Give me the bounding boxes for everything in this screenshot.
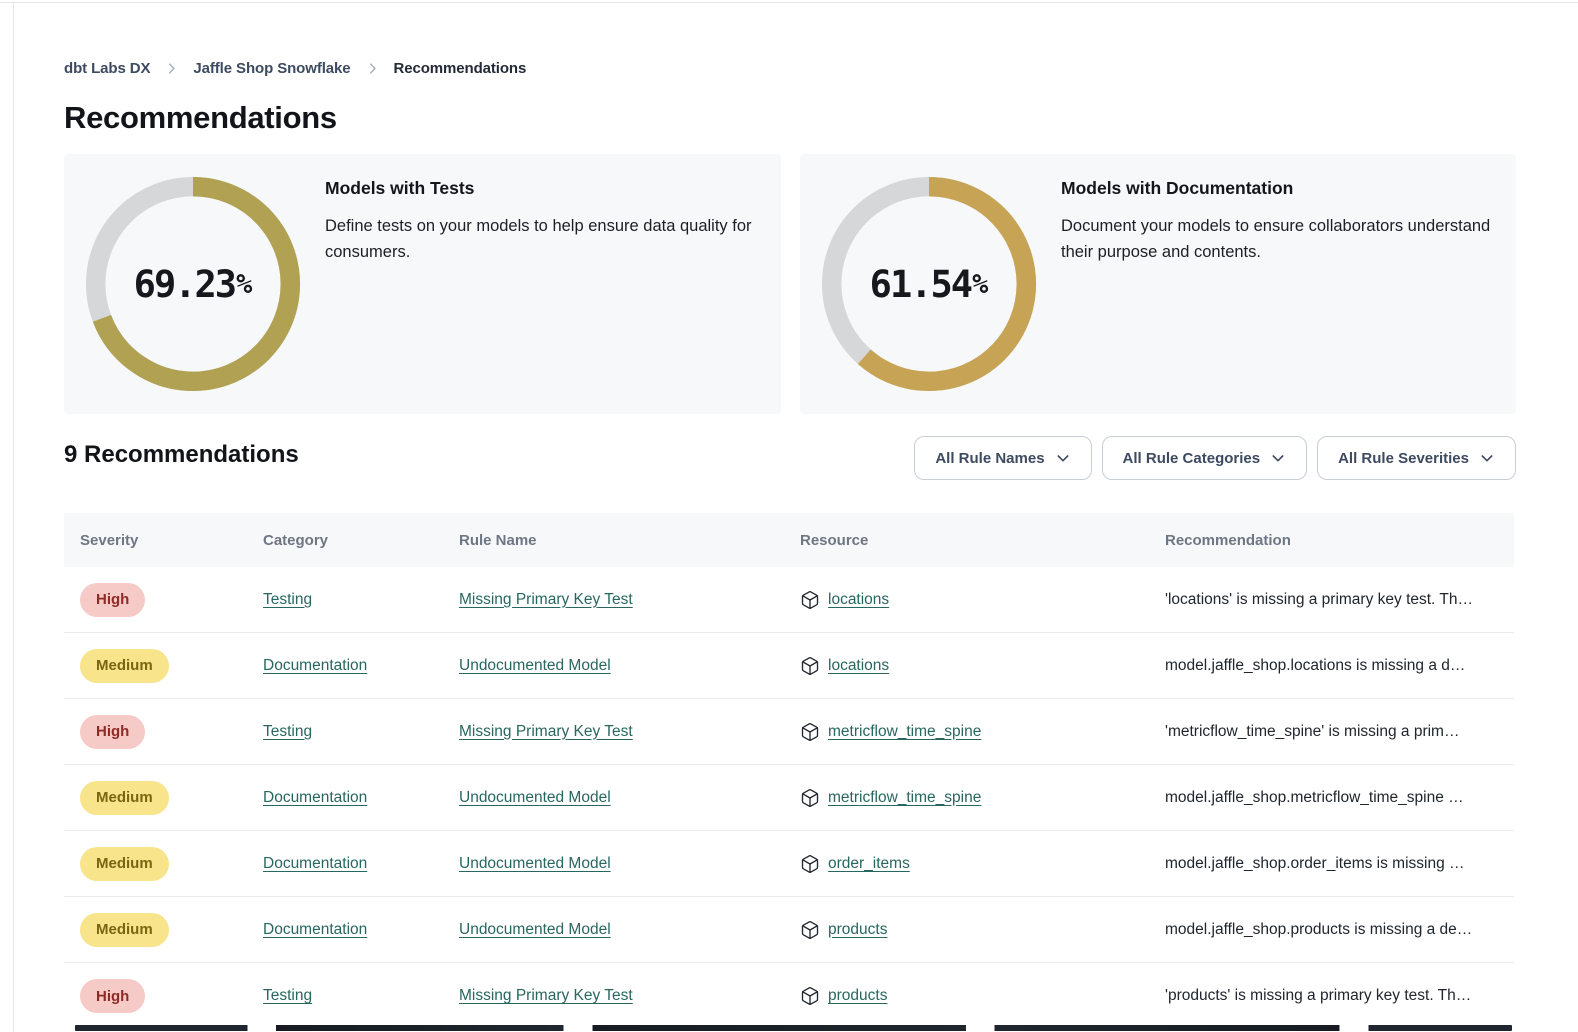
table-header-row: Severity Category Rule Name Resource Rec… — [64, 513, 1514, 567]
table-row: Medium Documentation Undocumented Model … — [64, 765, 1514, 831]
model-cube-icon — [800, 920, 820, 940]
category-link[interactable]: Documentation — [263, 921, 367, 938]
resource-link[interactable]: order_items — [828, 855, 910, 873]
rule-name-link[interactable]: Missing Primary Key Test — [459, 591, 633, 608]
recommendation-text: 'locations' is missing a primary key tes… — [1165, 591, 1514, 609]
severity-badge: Medium — [80, 781, 169, 815]
recommendation-text: 'products' is missing a primary key test… — [1165, 987, 1514, 1005]
table-row: Medium Documentation Undocumented Model … — [64, 897, 1514, 963]
page-title: Recommendations — [64, 100, 337, 136]
column-header-recommendation: Recommendation — [1165, 532, 1514, 549]
table-row: Medium Documentation Undocumented Model … — [64, 831, 1514, 897]
filter-label: All Rule Names — [935, 450, 1044, 467]
severity-badge: Medium — [80, 847, 169, 881]
rule-name-link[interactable]: Missing Primary Key Test — [459, 723, 633, 740]
severity-badge: Medium — [80, 913, 169, 947]
chevron-down-icon — [1479, 450, 1495, 466]
recommendation-text: 'metricflow_time_spine' is missing a pri… — [1165, 723, 1514, 741]
category-link[interactable]: Documentation — [263, 789, 367, 806]
documentation-percent-label: 61.54% — [820, 175, 1038, 393]
category-link[interactable]: Documentation — [263, 855, 367, 872]
category-link[interactable]: Testing — [263, 723, 312, 740]
chevron-right-icon — [365, 61, 380, 76]
resource-link[interactable]: products — [828, 921, 887, 939]
rule-name-link[interactable]: Undocumented Model — [459, 789, 611, 806]
severity-badge: High — [80, 715, 145, 749]
filter-label: All Rule Categories — [1123, 450, 1261, 467]
recommendations-count-title: 9 Recommendations — [64, 441, 299, 469]
column-header-rule-name: Rule Name — [459, 532, 800, 549]
rule-name-link[interactable]: Undocumented Model — [459, 657, 611, 674]
card-title: Models with Documentation — [1061, 178, 1501, 199]
recommendation-text: model.jaffle_shop.metricflow_time_spine … — [1165, 789, 1514, 807]
rule-name-link[interactable]: Undocumented Model — [459, 921, 611, 938]
models-with-tests-card: 69.23% Models with Tests Define tests on… — [64, 154, 781, 414]
table-row: High Testing Missing Primary Key Test me… — [64, 699, 1514, 765]
recommendations-table: Severity Category Rule Name Resource Rec… — [64, 513, 1514, 1029]
tests-donut-chart: 69.23% — [84, 175, 302, 393]
card-title: Models with Tests — [325, 178, 765, 199]
breadcrumb: dbt Labs DX Jaffle Shop Snowflake Recomm… — [64, 60, 526, 77]
table-row: High Testing Missing Primary Key Test pr… — [64, 963, 1514, 1029]
recommendation-text: model.jaffle_shop.products is missing a … — [1165, 921, 1514, 939]
model-cube-icon — [800, 854, 820, 874]
rule-categories-filter-dropdown[interactable]: All Rule Categories — [1102, 436, 1308, 480]
rule-name-link[interactable]: Undocumented Model — [459, 855, 611, 872]
column-header-category: Category — [263, 532, 459, 549]
chevron-right-icon — [164, 61, 179, 76]
severity-badge: Medium — [80, 649, 169, 683]
resource-link[interactable]: locations — [828, 657, 889, 675]
model-cube-icon — [800, 722, 820, 742]
severity-badge: High — [80, 583, 145, 617]
model-cube-icon — [800, 656, 820, 676]
window-frame-left — [13, 2, 14, 1032]
chevron-down-icon — [1270, 450, 1286, 466]
category-link[interactable]: Documentation — [263, 657, 367, 674]
model-cube-icon — [800, 788, 820, 808]
card-description: Document your models to ensure collabora… — [1061, 214, 1501, 265]
model-cube-icon — [800, 590, 820, 610]
filter-label: All Rule Severities — [1338, 450, 1469, 467]
tests-percent-label: 69.23% — [84, 175, 302, 393]
resource-link[interactable]: locations — [828, 591, 889, 609]
resource-link[interactable]: metricflow_time_spine — [828, 789, 981, 807]
rule-severities-filter-dropdown[interactable]: All Rule Severities — [1317, 436, 1516, 480]
table-body: High Testing Missing Primary Key Test lo… — [64, 567, 1514, 1029]
recommendation-text: model.jaffle_shop.locations is missing a… — [1165, 657, 1514, 675]
documentation-donut-chart: 61.54% — [820, 175, 1038, 393]
clipped-next-row — [75, 1025, 1512, 1031]
recommendation-text: model.jaffle_shop.order_items is missing… — [1165, 855, 1514, 873]
table-row: Medium Documentation Undocumented Model … — [64, 633, 1514, 699]
rule-names-filter-dropdown[interactable]: All Rule Names — [914, 436, 1091, 480]
breadcrumb-item-current: Recommendations — [394, 60, 527, 77]
filter-bar: All Rule Names All Rule Categories All R… — [914, 436, 1516, 480]
resource-link[interactable]: products — [828, 987, 887, 1005]
breadcrumb-item-project[interactable]: Jaffle Shop Snowflake — [193, 60, 350, 77]
resource-link[interactable]: metricflow_time_spine — [828, 723, 981, 741]
breadcrumb-item-account[interactable]: dbt Labs DX — [64, 60, 150, 77]
model-cube-icon — [800, 986, 820, 1006]
severity-badge: High — [80, 979, 145, 1013]
rule-name-link[interactable]: Missing Primary Key Test — [459, 987, 633, 1004]
column-header-severity: Severity — [80, 532, 263, 549]
card-description: Define tests on your models to help ensu… — [325, 214, 765, 265]
column-header-resource: Resource — [800, 532, 1165, 549]
category-link[interactable]: Testing — [263, 591, 312, 608]
window-frame-top — [0, 2, 1578, 3]
models-with-documentation-card: 61.54% Models with Documentation Documen… — [800, 154, 1516, 414]
chevron-down-icon — [1055, 450, 1071, 466]
table-row: High Testing Missing Primary Key Test lo… — [64, 567, 1514, 633]
category-link[interactable]: Testing — [263, 987, 312, 1004]
